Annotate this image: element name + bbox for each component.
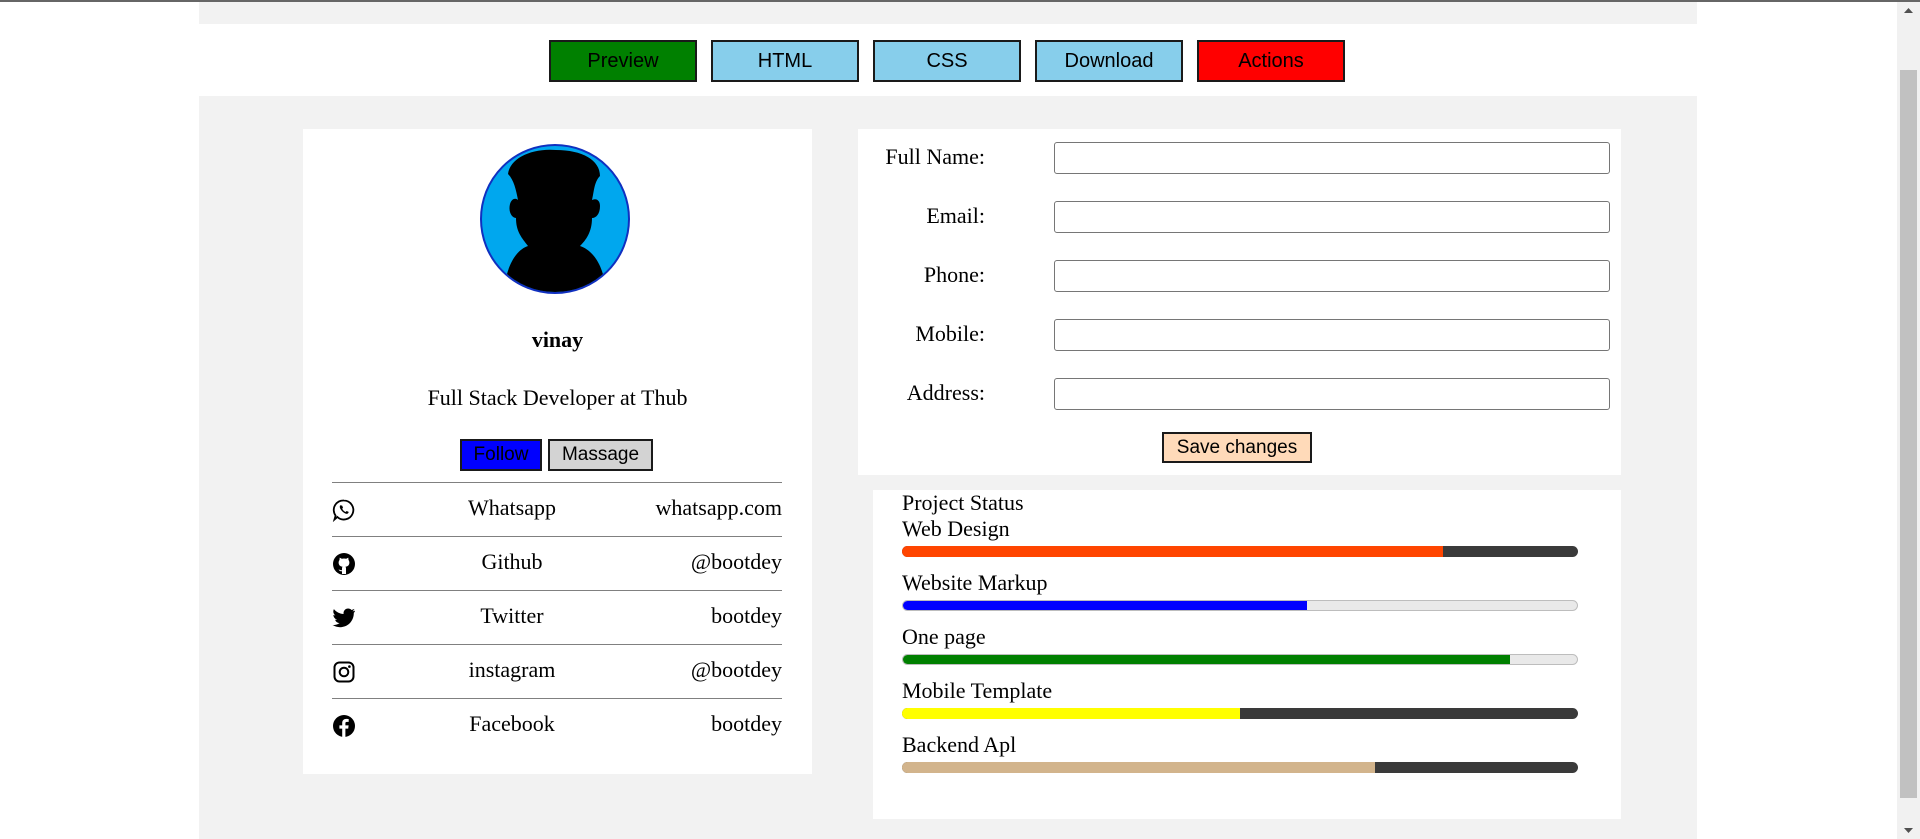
full-name-label: Full Name: xyxy=(885,144,985,169)
profile-form: Full Name: Email: Phone: Mobile: Address… xyxy=(858,129,1621,475)
project-label: Mobile Template xyxy=(902,678,1053,703)
profile-role: Full Stack Developer at Thub xyxy=(427,385,688,410)
preview-button[interactable]: Preview xyxy=(549,40,697,82)
project-label: Website Markup xyxy=(902,570,1048,595)
facebook-icon xyxy=(333,715,355,737)
social-name: Whatsapp xyxy=(468,495,556,520)
message-button[interactable]: Massage xyxy=(548,439,653,471)
scrollbar-thumb[interactable] xyxy=(1900,70,1917,798)
social-name: Facebook xyxy=(469,711,555,736)
whatsapp-icon xyxy=(332,499,355,522)
progress-bar xyxy=(902,546,1578,557)
page-container: Preview HTML CSS Download Actions vinay … xyxy=(199,2,1697,839)
project-label: Web Design xyxy=(902,516,1010,541)
form-row-address: Address: xyxy=(858,374,1621,414)
progress-bar-fill xyxy=(902,708,1240,719)
phone-field[interactable] xyxy=(1054,260,1610,292)
social-name: Twitter xyxy=(480,603,544,628)
social-row-instagram[interactable]: instagram @bootdey xyxy=(332,644,782,698)
social-value: bootdey xyxy=(711,603,782,628)
progress-bar-fill xyxy=(902,762,1376,773)
twitter-icon xyxy=(332,608,355,628)
scroll-up-arrow-icon[interactable] xyxy=(1897,2,1920,20)
project-status-title: Project Status xyxy=(902,490,1024,515)
github-icon xyxy=(333,553,355,575)
project-item: Web Design xyxy=(902,516,1578,557)
project-item: Mobile Template xyxy=(902,678,1578,719)
vertical-scrollbar[interactable] xyxy=(1897,2,1920,839)
form-row-phone: Phone: xyxy=(858,256,1621,296)
mobile-label: Mobile: xyxy=(915,321,985,346)
save-changes-button[interactable]: Save changes xyxy=(1162,432,1312,463)
user-silhouette-icon xyxy=(504,149,606,292)
progress-bar xyxy=(902,762,1578,773)
project-item: One page xyxy=(902,624,1578,665)
scroll-down-arrow-icon[interactable] xyxy=(1897,821,1920,839)
follow-button[interactable]: Follow xyxy=(460,439,542,471)
mobile-field[interactable] xyxy=(1054,319,1610,351)
project-item: Website Markup xyxy=(902,570,1578,611)
css-button[interactable]: CSS xyxy=(873,40,1021,82)
full-name-field[interactable] xyxy=(1054,142,1610,174)
social-value: @bootdey xyxy=(690,657,782,682)
email-field[interactable] xyxy=(1054,201,1610,233)
social-value: whatsapp.com xyxy=(655,495,782,520)
download-button[interactable]: Download xyxy=(1035,40,1183,82)
actions-button[interactable]: Actions xyxy=(1197,40,1345,82)
social-value: bootdey xyxy=(711,711,782,736)
project-label: One page xyxy=(902,624,986,649)
html-button[interactable]: HTML xyxy=(711,40,859,82)
form-row-email: Email: xyxy=(858,197,1621,237)
social-name: Github xyxy=(481,549,543,574)
progress-bar xyxy=(902,708,1578,719)
progress-bar-fill xyxy=(903,601,1308,610)
toolbar: Preview HTML CSS Download Actions xyxy=(199,24,1697,96)
progress-bar xyxy=(902,654,1578,665)
profile-card: vinay Full Stack Developer at Thub Follo… xyxy=(303,129,812,774)
project-status-card: Project Status Web Design Website Markup O… xyxy=(873,490,1621,819)
progress-bar-fill xyxy=(903,655,1510,664)
progress-bar-fill xyxy=(902,546,1443,557)
profile-name: vinay xyxy=(531,327,584,352)
project-item: Backend Apl xyxy=(902,732,1578,773)
social-row-github[interactable]: Github @bootdey xyxy=(332,536,782,590)
social-name: instagram xyxy=(468,657,556,682)
form-row-full-name: Full Name: xyxy=(858,138,1621,178)
instagram-icon xyxy=(333,661,355,683)
form-row-mobile: Mobile: xyxy=(858,315,1621,355)
project-label: Backend Apl xyxy=(902,732,1017,757)
social-list: Whatsapp whatsapp.com Github @bootdey Tw… xyxy=(332,482,782,752)
phone-label: Phone: xyxy=(923,262,985,287)
social-row-facebook[interactable]: Facebook bootdey xyxy=(332,698,782,752)
address-field[interactable] xyxy=(1054,378,1610,410)
social-row-whatsapp[interactable]: Whatsapp whatsapp.com xyxy=(332,482,782,536)
address-label: Address: xyxy=(906,380,985,405)
progress-bar xyxy=(902,600,1578,611)
social-row-twitter[interactable]: Twitter bootdey xyxy=(332,590,782,644)
avatar xyxy=(480,144,630,294)
email-label: Email: xyxy=(926,203,985,228)
social-value: @bootdey xyxy=(690,549,782,574)
